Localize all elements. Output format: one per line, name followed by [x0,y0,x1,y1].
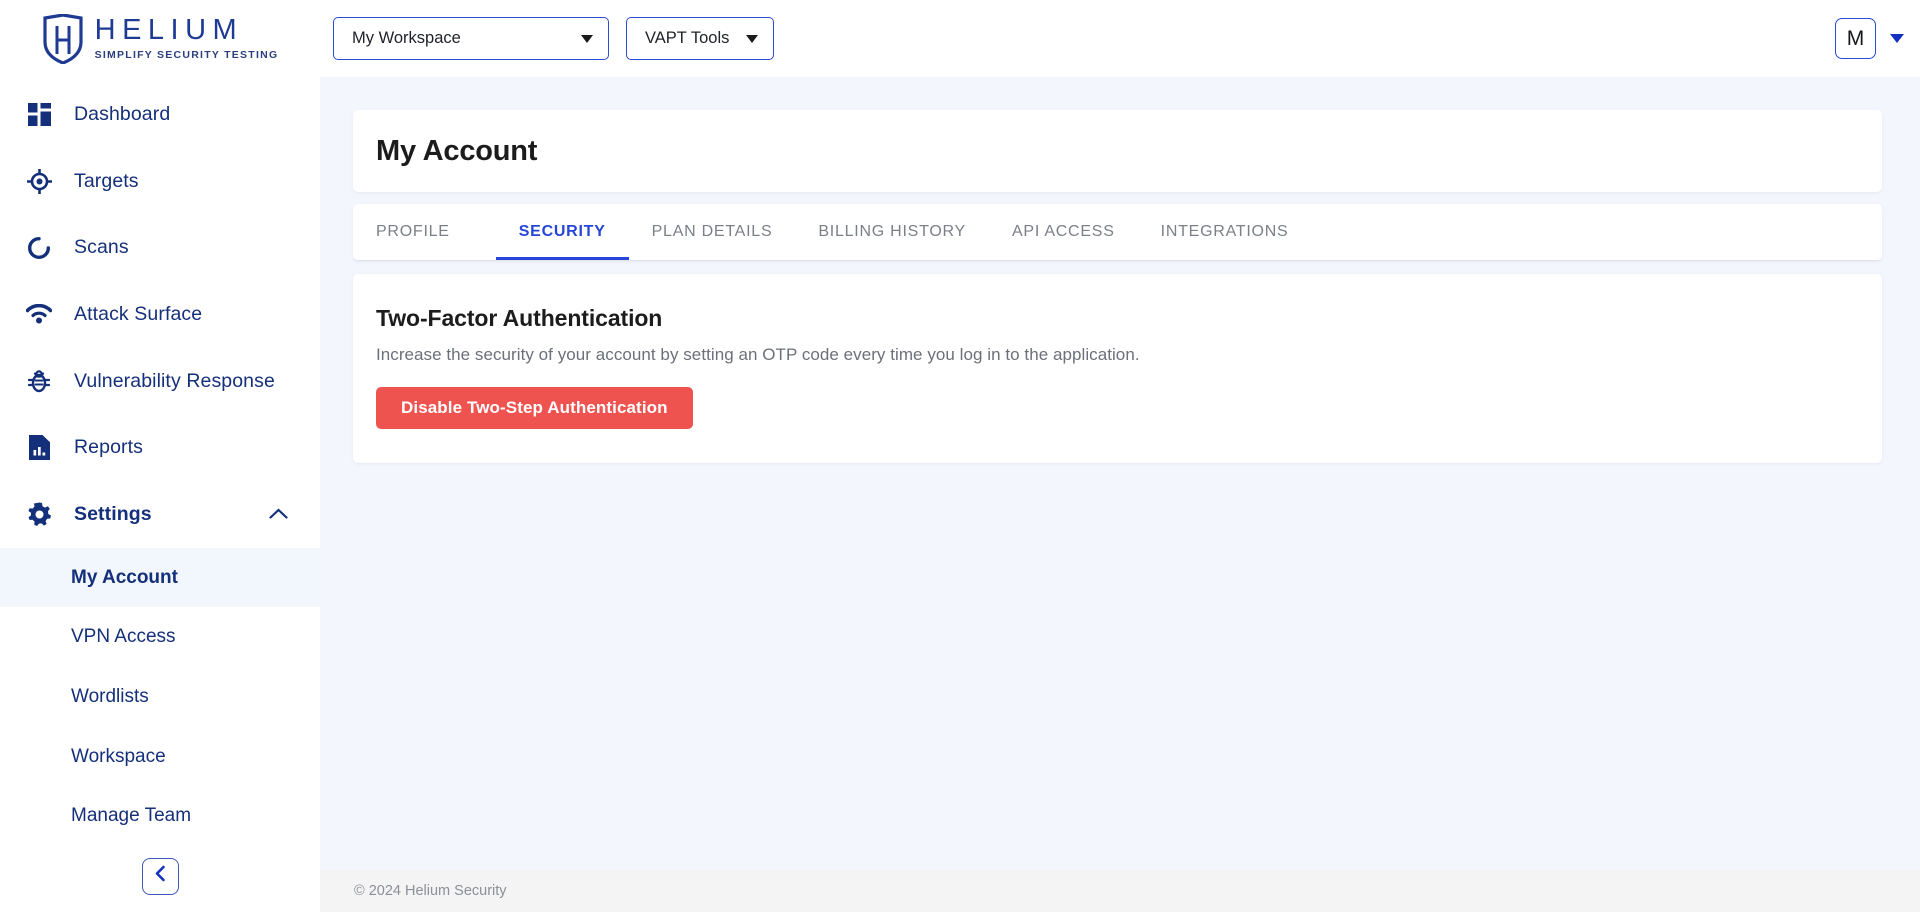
sidebar-item-label: Dashboard [74,102,171,125]
sidebar-collapse-zone [0,846,320,912]
radar-wifi-icon [20,304,58,324]
top-bar: HELIUM SIMPLIFY SECURITY TESTING My Work… [0,0,1920,77]
sidebar-item-vpn-access[interactable]: VPN Access [0,607,320,667]
chevron-down-icon [746,34,758,43]
tab-label: PROFILE [376,223,450,240]
brand-name: HELIUM [94,14,244,47]
tab-label: INTEGRATIONS [1160,223,1289,240]
footer-copyright: © 2024 Helium Security [354,883,507,899]
topbar-controls: My Workspace VAPT Tools [333,17,774,60]
tab-profile[interactable]: PROFILE [376,204,473,260]
two-factor-authentication-panel: Two-Factor Authentication Increase the s… [353,274,1882,463]
chevron-down-icon [581,34,593,43]
avatar-initial: M [1846,26,1865,50]
workspace-selector[interactable]: My Workspace [333,17,609,60]
footer: © 2024 Helium Security [320,870,1920,912]
main-content: My Account PROFILE SECURITY PLAN DETAILS… [320,77,1920,912]
gear-icon [20,502,58,527]
avatar[interactable]: M [1835,18,1876,59]
chevron-up-icon[interactable] [269,508,288,520]
report-document-icon [20,435,58,461]
bug-icon [20,369,58,393]
sidebar-item-settings[interactable]: Settings [0,481,320,548]
tab-label: SECURITY [518,223,606,240]
tab-integrations[interactable]: INTEGRATIONS [1138,204,1312,260]
sidebar-item-label: Reports [74,436,143,459]
chevron-left-icon [154,865,167,887]
chevron-down-icon[interactable] [1890,34,1904,43]
sidebar-item-attack-surface[interactable]: Attack Surface [0,281,320,348]
sidebar-subitem-label: Manage Team [71,805,192,827]
dashboard-grid-icon [20,102,58,126]
page-title: My Account [376,134,538,167]
tab-security[interactable]: SECURITY [495,204,629,260]
account-tabs: PROFILE SECURITY PLAN DETAILS BILLING HI… [353,204,1882,261]
tab-label: PLAN DETAILS [651,223,773,240]
sidebar-subitem-label: My Account [71,566,178,588]
tab-plan-details[interactable]: PLAN DETAILS [629,204,796,260]
shield-h-icon [42,13,84,64]
sidebar-item-dashboard[interactable]: Dashboard [0,81,320,148]
tab-api-access[interactable]: API ACCESS [989,204,1138,260]
sidebar-item-label: Targets [74,169,139,192]
account-menu: M [1835,18,1904,59]
scan-spinner-icon [20,236,58,260]
disable-two-step-authentication-button[interactable]: Disable Two-Step Authentication [376,387,693,429]
content-inner: My Account PROFILE SECURITY PLAN DETAILS… [320,77,1920,870]
sidebar-item-targets[interactable]: Targets [0,148,320,215]
brand-logo[interactable]: HELIUM SIMPLIFY SECURITY TESTING [0,0,320,77]
sidebar-item-reports[interactable]: Reports [0,414,320,481]
tab-billing-history[interactable]: BILLING HISTORY [795,204,989,260]
sidebar-subitem-label: Wordlists [71,685,149,707]
sidebar-item-scans[interactable]: Scans [0,214,320,281]
sidebar-item-workspace[interactable]: Workspace [0,727,320,787]
sidebar-subitem-label: Workspace [71,745,166,767]
sidebar-item-label: Attack Surface [74,302,203,325]
sidebar-item-label: Scans [74,236,129,259]
section-heading: Two-Factor Authentication [376,305,663,331]
tab-label: BILLING HISTORY [818,223,966,240]
app-root: HELIUM SIMPLIFY SECURITY TESTING My Work… [0,0,1920,912]
sidebar-item-label: Settings [74,502,152,525]
sidebar-item-wordlists[interactable]: Wordlists [0,667,320,727]
sidebar-item-manage-team[interactable]: Manage Team [0,787,320,847]
sidebar-collapse-button[interactable] [141,857,179,895]
tab-label: API ACCESS [1011,223,1115,240]
sidebar-item-vulnerability-response[interactable]: Vulnerability Response [0,348,320,415]
vapt-tools-menu[interactable]: VAPT Tools [626,17,774,60]
sidebar: Dashboard Targets Scans Attack Surface V… [0,77,320,912]
sidebar-item-my-account[interactable]: My Account [0,547,320,608]
target-crosshair-icon [20,168,58,194]
section-description: Increase the security of your account by… [376,345,1140,364]
body-row: Dashboard Targets Scans Attack Surface V… [0,77,1920,912]
sidebar-item-label: Vulnerability Response [74,369,275,392]
sidebar-subitem-label: VPN Access [71,626,176,648]
vapt-tools-label: VAPT Tools [645,29,730,47]
brand-tagline: SIMPLIFY SECURITY TESTING [94,49,279,62]
workspace-selector-value: My Workspace [352,29,461,47]
page-title-card: My Account [353,110,1882,192]
